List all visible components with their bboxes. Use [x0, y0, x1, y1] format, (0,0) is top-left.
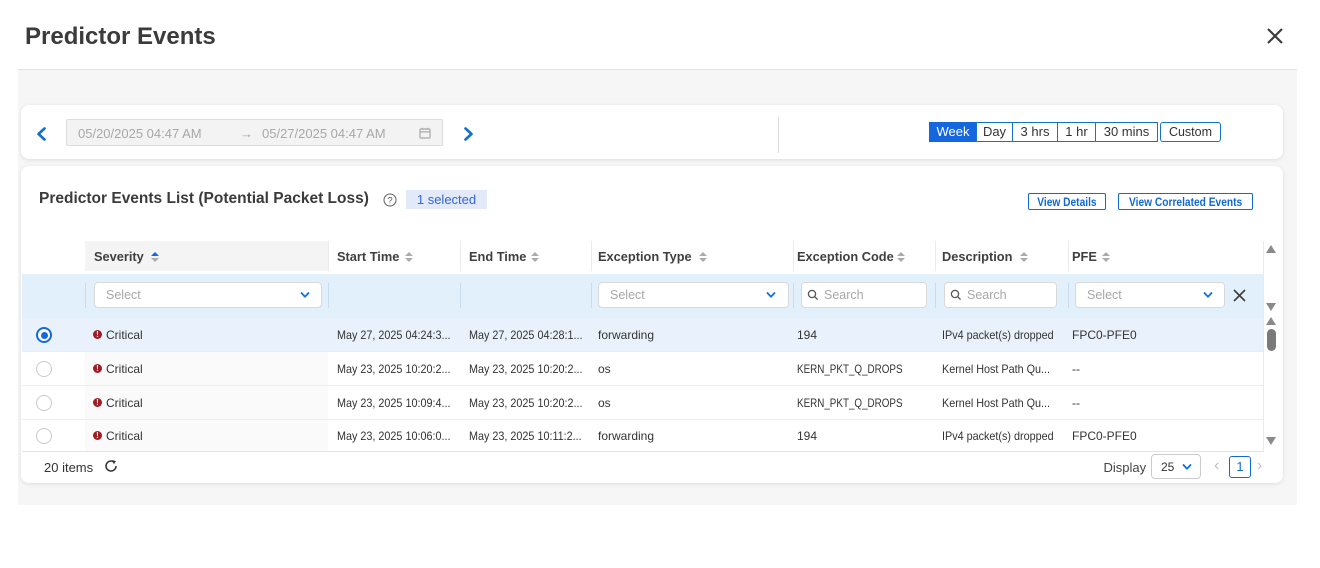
svg-text:?: ?: [387, 195, 392, 206]
